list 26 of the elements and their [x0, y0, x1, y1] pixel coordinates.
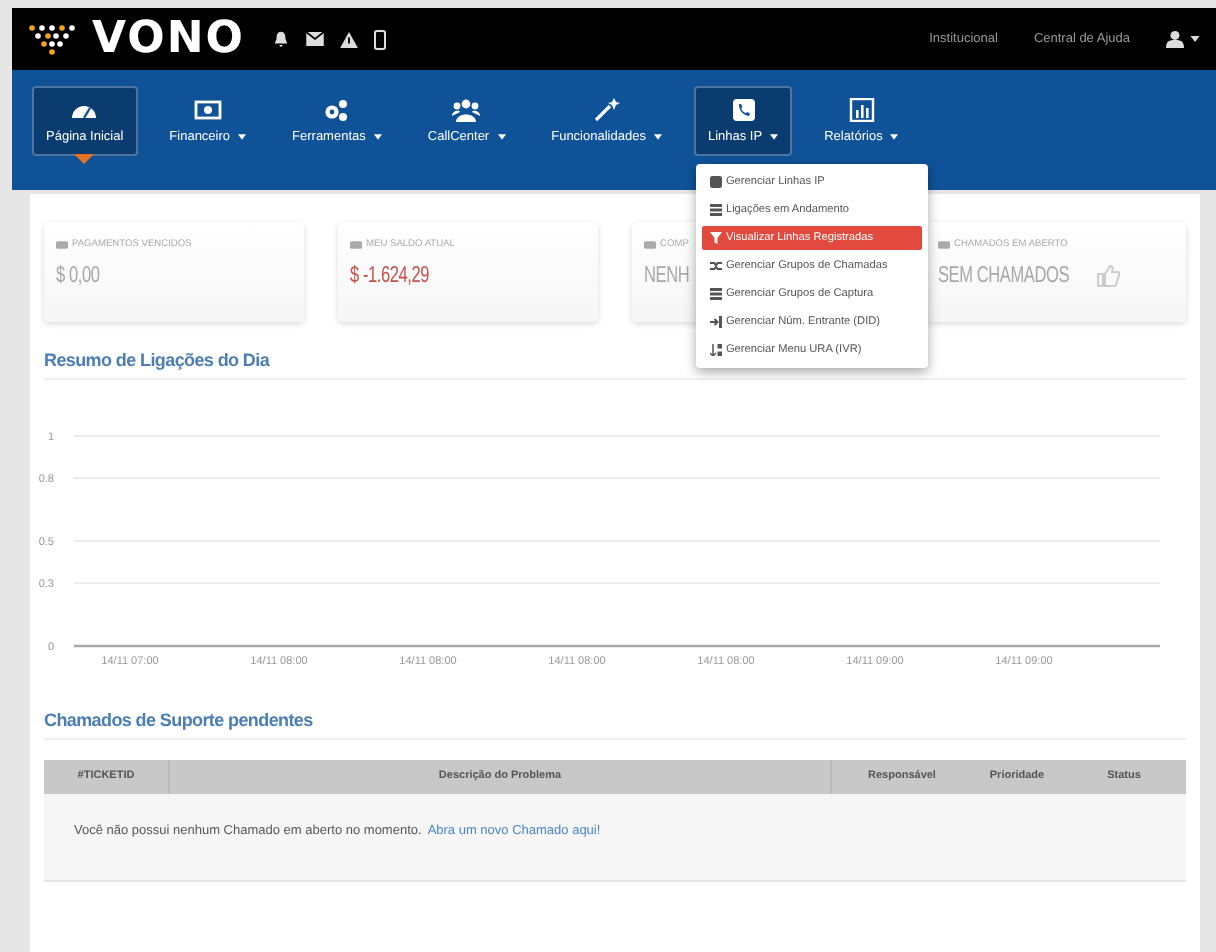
banknote-icon: [193, 98, 222, 122]
envelope-icon[interactable]: [306, 32, 325, 46]
active-pointer-icon: [74, 154, 95, 164]
list-icon: [709, 288, 722, 300]
bar-chart-icon: [847, 98, 876, 122]
filter-icon: [709, 232, 722, 244]
list-icon: [709, 204, 722, 216]
caret-icon: [1190, 36, 1200, 42]
stat-value: $ 0,00: [56, 264, 100, 288]
sign-in-icon: [709, 316, 722, 328]
stat-value: $ -1.624,29: [350, 264, 430, 288]
warning-icon[interactable]: [340, 31, 359, 47]
magic-wand-icon: [592, 98, 621, 122]
user-menu[interactable]: [1166, 30, 1200, 48]
logo-dots-icon: [28, 23, 76, 55]
sort-icon: [709, 344, 722, 356]
logo: VONO: [92, 14, 245, 64]
bell-icon[interactable]: [272, 30, 291, 48]
user-icon: [1166, 30, 1184, 48]
thumbs-up-icon: [1095, 264, 1120, 288]
stat-value: NENH: [644, 264, 690, 288]
shuffle-icon: [709, 260, 722, 272]
stat-value: SEM CHAMADOS: [938, 264, 1069, 288]
gears-icon: [322, 98, 351, 122]
people-icon: [452, 98, 481, 122]
section-heading: Chamados de Suporte pendentes: [44, 710, 1186, 740]
